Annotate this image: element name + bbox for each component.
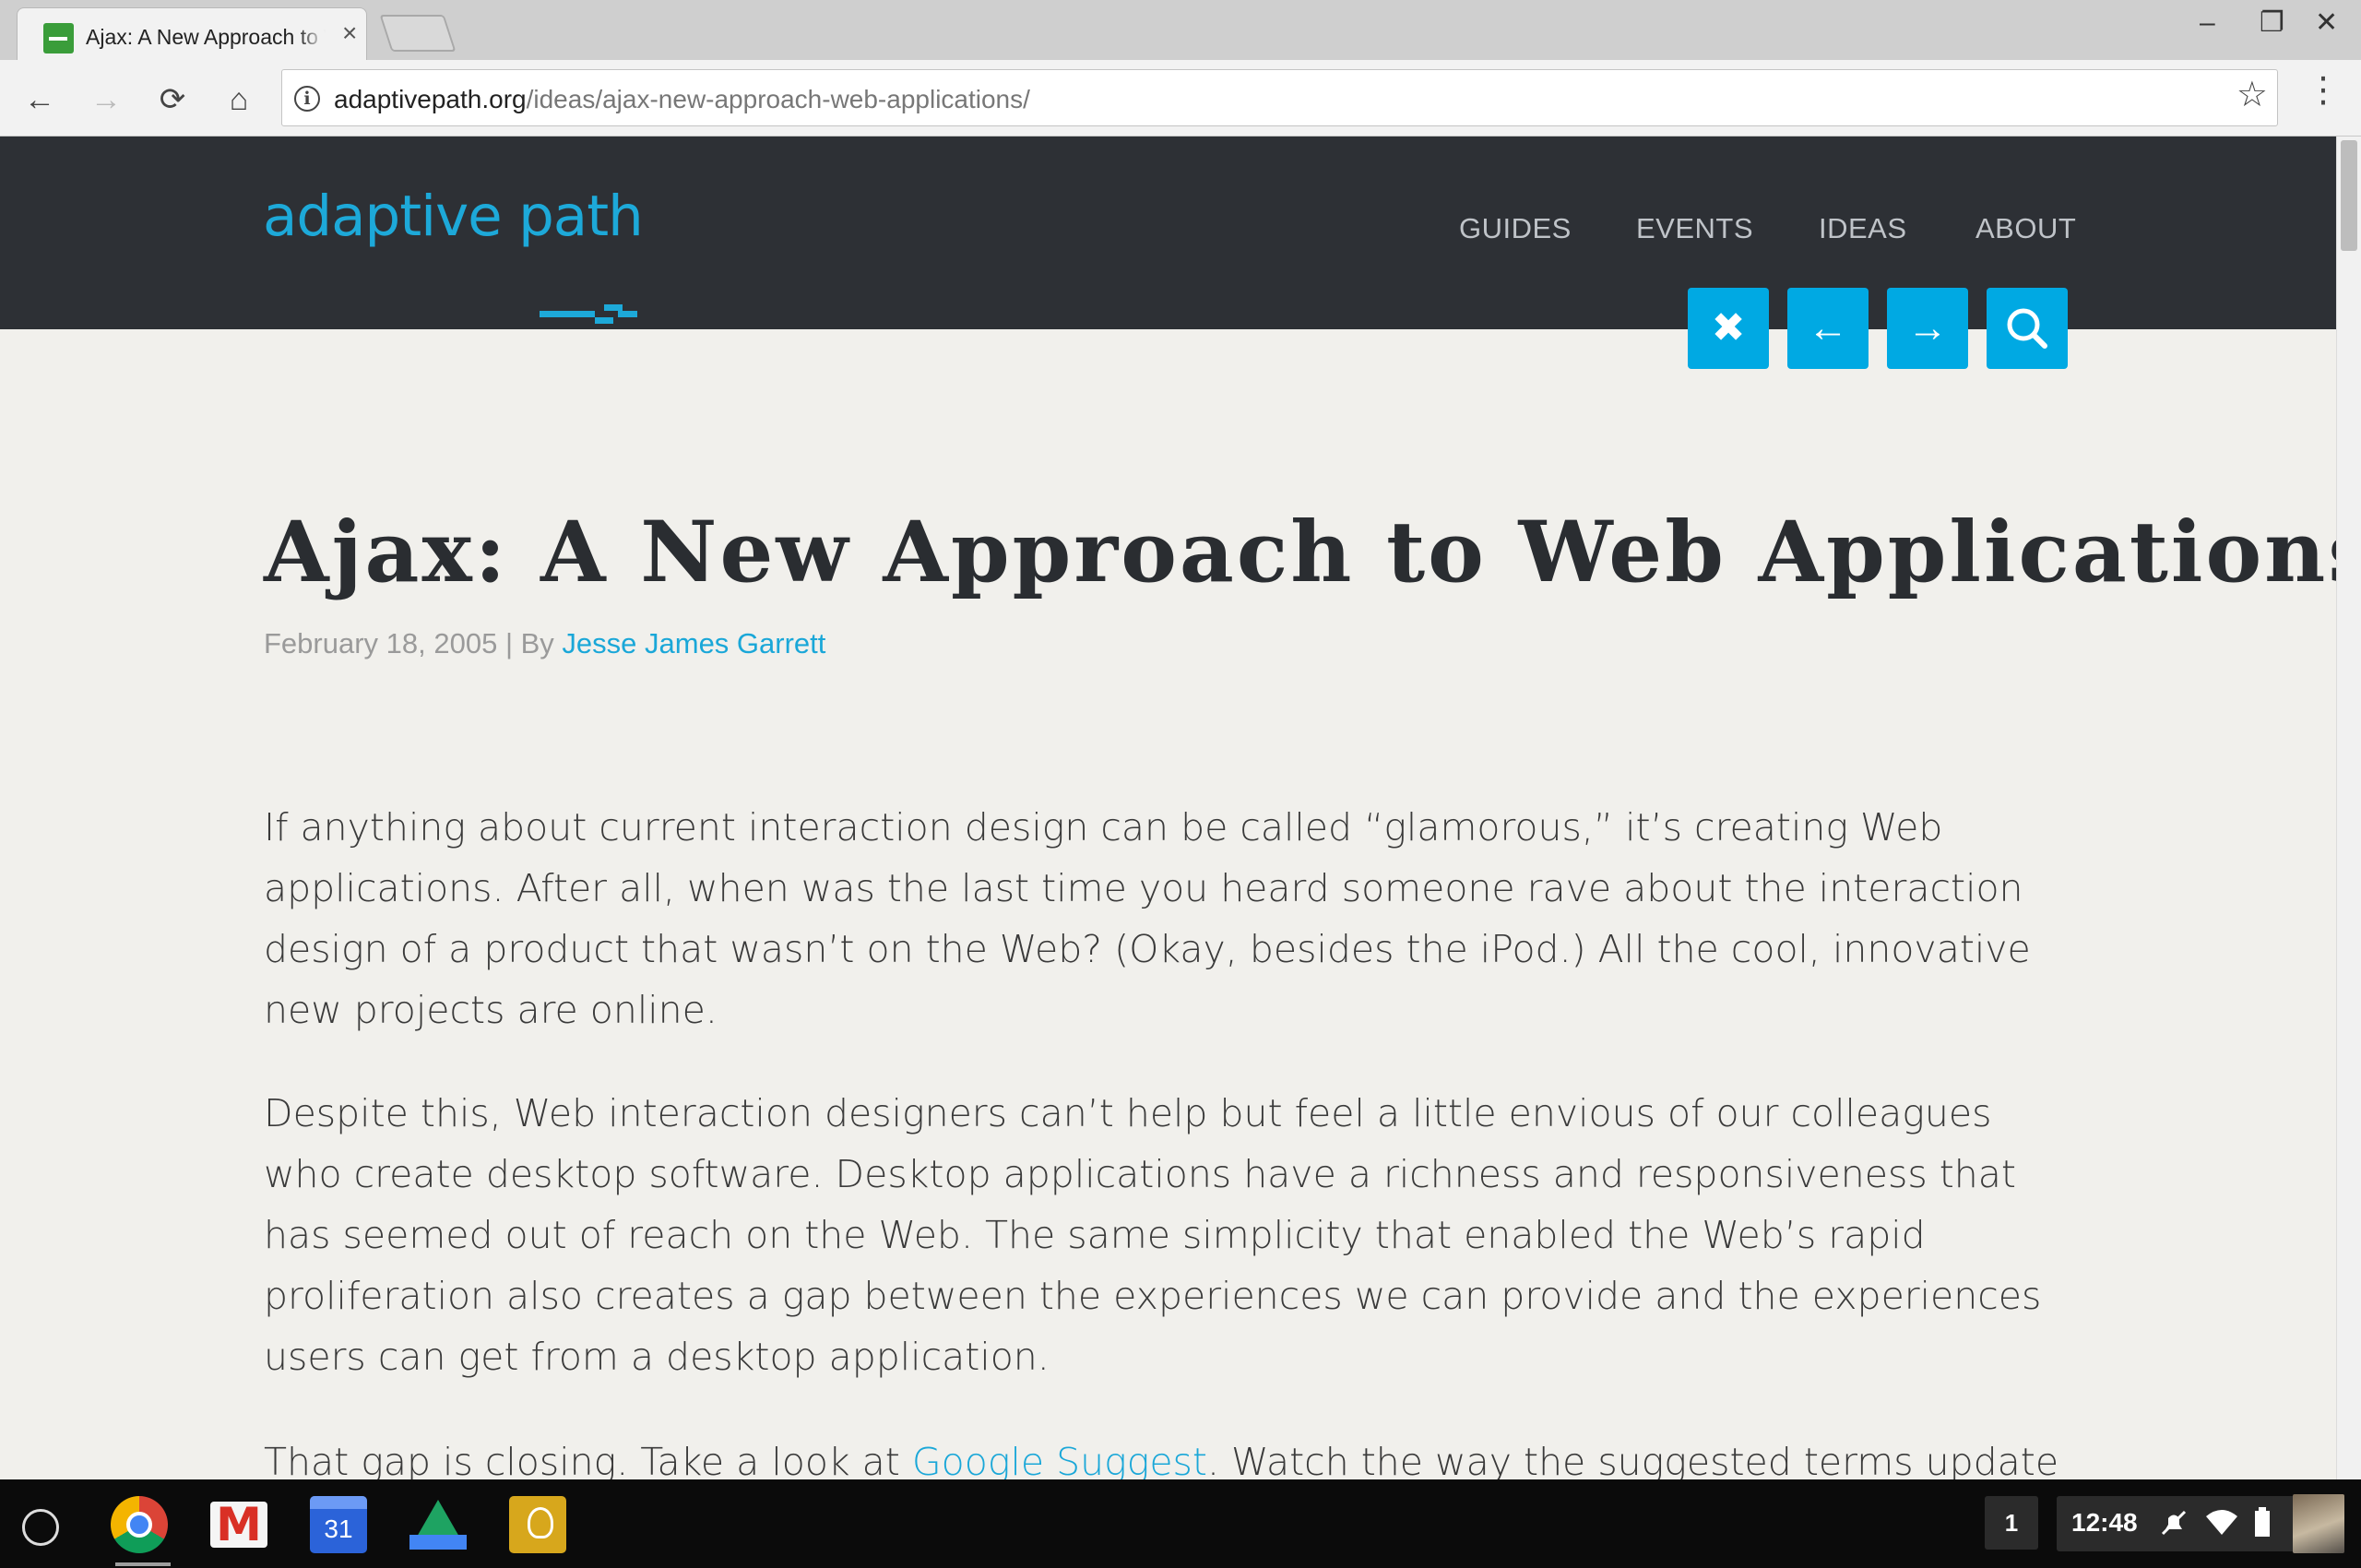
launcher-button[interactable]	[22, 1509, 59, 1546]
browser-menu-icon[interactable]: ⋮	[2306, 73, 2341, 108]
url-host: adaptivepath.org	[334, 85, 527, 113]
site-favicon-icon	[43, 23, 74, 53]
window-close-button[interactable]: ✕	[2315, 9, 2338, 37]
forward-button[interactable]: →	[83, 77, 129, 123]
window-restore-button[interactable]: ❐	[2260, 9, 2284, 37]
article-byline: February 18, 2005 | By Jesse James Garre…	[264, 627, 825, 660]
arrow-right-icon: →	[1907, 305, 1948, 350]
paragraph-3-text-end: . Watch the way the suggested terms upda…	[1206, 1440, 2059, 1479]
drive-icon[interactable]	[409, 1500, 467, 1550]
search-icon	[2007, 308, 2047, 349]
gmail-icon[interactable]	[210, 1498, 267, 1551]
scrollbar-thumb[interactable]	[2341, 140, 2357, 251]
google-suggest-link[interactable]: Google Suggest	[912, 1440, 1207, 1479]
home-button[interactable]: ⌂	[216, 77, 262, 123]
byline-separator: | By	[497, 627, 563, 659]
wifi-icon	[2206, 1510, 2237, 1535]
site-logo[interactable]: adaptive path	[263, 188, 644, 324]
nav-about[interactable]: ABOUT	[1975, 212, 2076, 245]
reload-button[interactable]: ⟳	[149, 77, 196, 123]
tab-title: Ajax: A New Approach to Web Applications	[86, 25, 326, 50]
next-article-button[interactable]: →	[1887, 288, 1968, 369]
keep-icon[interactable]	[509, 1496, 566, 1553]
nav-ideas[interactable]: IDEAS	[1819, 212, 1907, 245]
article-date: February 18, 2005	[264, 627, 498, 659]
article-paragraph-2: Despite this, Web interaction designers …	[264, 1091, 2042, 1379]
arrow-left-icon: ←	[1808, 305, 1848, 350]
page-scrollbar[interactable]	[2336, 137, 2361, 1479]
url-text[interactable]: adaptivepath.org/ideas/ajax-new-approach…	[334, 85, 1030, 114]
calendar-icon[interactable]: 31	[310, 1496, 367, 1553]
nav-events[interactable]: EVENTS	[1636, 212, 1753, 245]
article-paragraph-3: That gap is closing. Take a look at Goog…	[264, 1431, 2071, 1479]
close-article-button[interactable]: ✖	[1688, 288, 1769, 369]
battery-icon	[2255, 1507, 2270, 1537]
os-shelf: 31 1 12:48	[0, 1479, 2361, 1568]
browser-toolbar: ← → ⟳ ⌂ i adaptivepath.org/ideas/ajax-ne…	[0, 60, 2361, 137]
system-tray[interactable]: 12:48	[2057, 1494, 2344, 1553]
chrome-icon[interactable]	[111, 1496, 168, 1553]
clock: 12:48	[2071, 1508, 2138, 1537]
paragraph-3-text-start: That gap is closing. Take a look at	[264, 1440, 912, 1479]
address-bar[interactable]: i adaptivepath.org/ideas/ajax-new-approa…	[281, 69, 2278, 126]
nav-guides[interactable]: GUIDES	[1459, 212, 1572, 245]
tab-strip: Ajax: A New Approach to Web Applications…	[0, 0, 2361, 60]
notification-count-badge[interactable]: 1	[1985, 1496, 2038, 1550]
page-viewport: adaptive path GUIDES EVENTS IDEAS ABOUT …	[0, 137, 2336, 1479]
search-button[interactable]	[1987, 288, 2068, 369]
article-paragraph-1: If anything about current interaction de…	[264, 805, 2031, 1032]
tab-close-icon[interactable]: ×	[342, 20, 357, 46]
window-minimize-button[interactable]: –	[2200, 9, 2215, 37]
url-path: /ideas/ajax-new-approach-web-application…	[526, 85, 1030, 113]
notifications-off-icon	[2161, 1510, 2187, 1536]
new-tab-button[interactable]	[379, 15, 457, 52]
active-app-indicator	[115, 1562, 171, 1566]
logo-text: adaptive path	[263, 184, 644, 249]
site-info-icon[interactable]: i	[294, 86, 320, 112]
author-link[interactable]: Jesse James Garrett	[562, 627, 825, 659]
user-avatar[interactable]	[2293, 1494, 2344, 1553]
article-title: Ajax: A New Approach to Web Applications	[264, 504, 2336, 601]
back-button[interactable]: ←	[17, 77, 63, 123]
previous-article-button[interactable]: ←	[1787, 288, 1869, 369]
logo-underline-icon	[540, 304, 637, 324]
browser-tab[interactable]: Ajax: A New Approach to Web Applications…	[17, 7, 367, 60]
close-icon: ✖	[1711, 305, 1746, 350]
bookmark-star-icon[interactable]: ☆	[2236, 77, 2268, 113]
